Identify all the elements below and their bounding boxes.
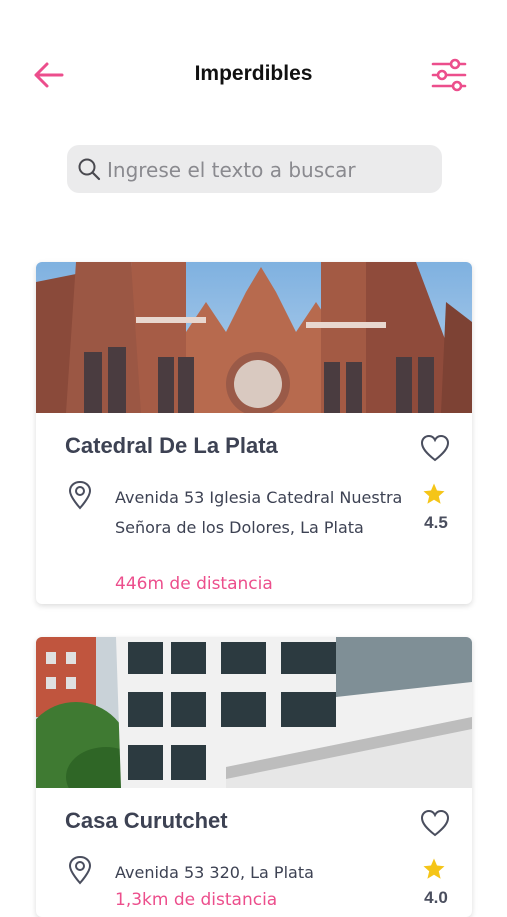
place-distance: 446m de distancia: [115, 574, 273, 594]
place-card[interactable]: Casa Curutchet Avenida 53 320, La Plata …: [36, 637, 472, 917]
place-address: Avenida 53 Iglesia Catedral Nuestra Seño…: [115, 488, 403, 537]
search-bar[interactable]: [67, 145, 442, 195]
search-icon: [78, 158, 101, 181]
star-icon: [423, 858, 445, 879]
building-photo: [36, 637, 472, 788]
place-address: Avenida 53 320, La Plata: [115, 863, 314, 882]
place-name: Catedral De La Plata: [65, 433, 278, 458]
place-rating: 4.5: [424, 513, 448, 532]
location-pin-icon: [68, 855, 92, 885]
star-icon: [423, 483, 445, 504]
place-distance: 1,3km de distancia: [115, 890, 278, 910]
heart-icon: [420, 809, 450, 837]
filter-button[interactable]: [428, 56, 470, 94]
favorite-button[interactable]: [419, 433, 451, 463]
place-rating: 4.0: [424, 888, 448, 907]
place-card[interactable]: Catedral De La Plata Avenida 53 Iglesia …: [36, 262, 472, 604]
favorite-button[interactable]: [419, 808, 451, 838]
heart-icon: [420, 434, 450, 462]
location-pin-icon: [68, 480, 92, 510]
sliders-icon: [431, 58, 467, 92]
place-name: Casa Curutchet: [65, 808, 228, 833]
cathedral-photo: [36, 262, 472, 413]
top-bar: Imperdibles: [0, 50, 507, 100]
search-input[interactable]: [105, 145, 439, 195]
